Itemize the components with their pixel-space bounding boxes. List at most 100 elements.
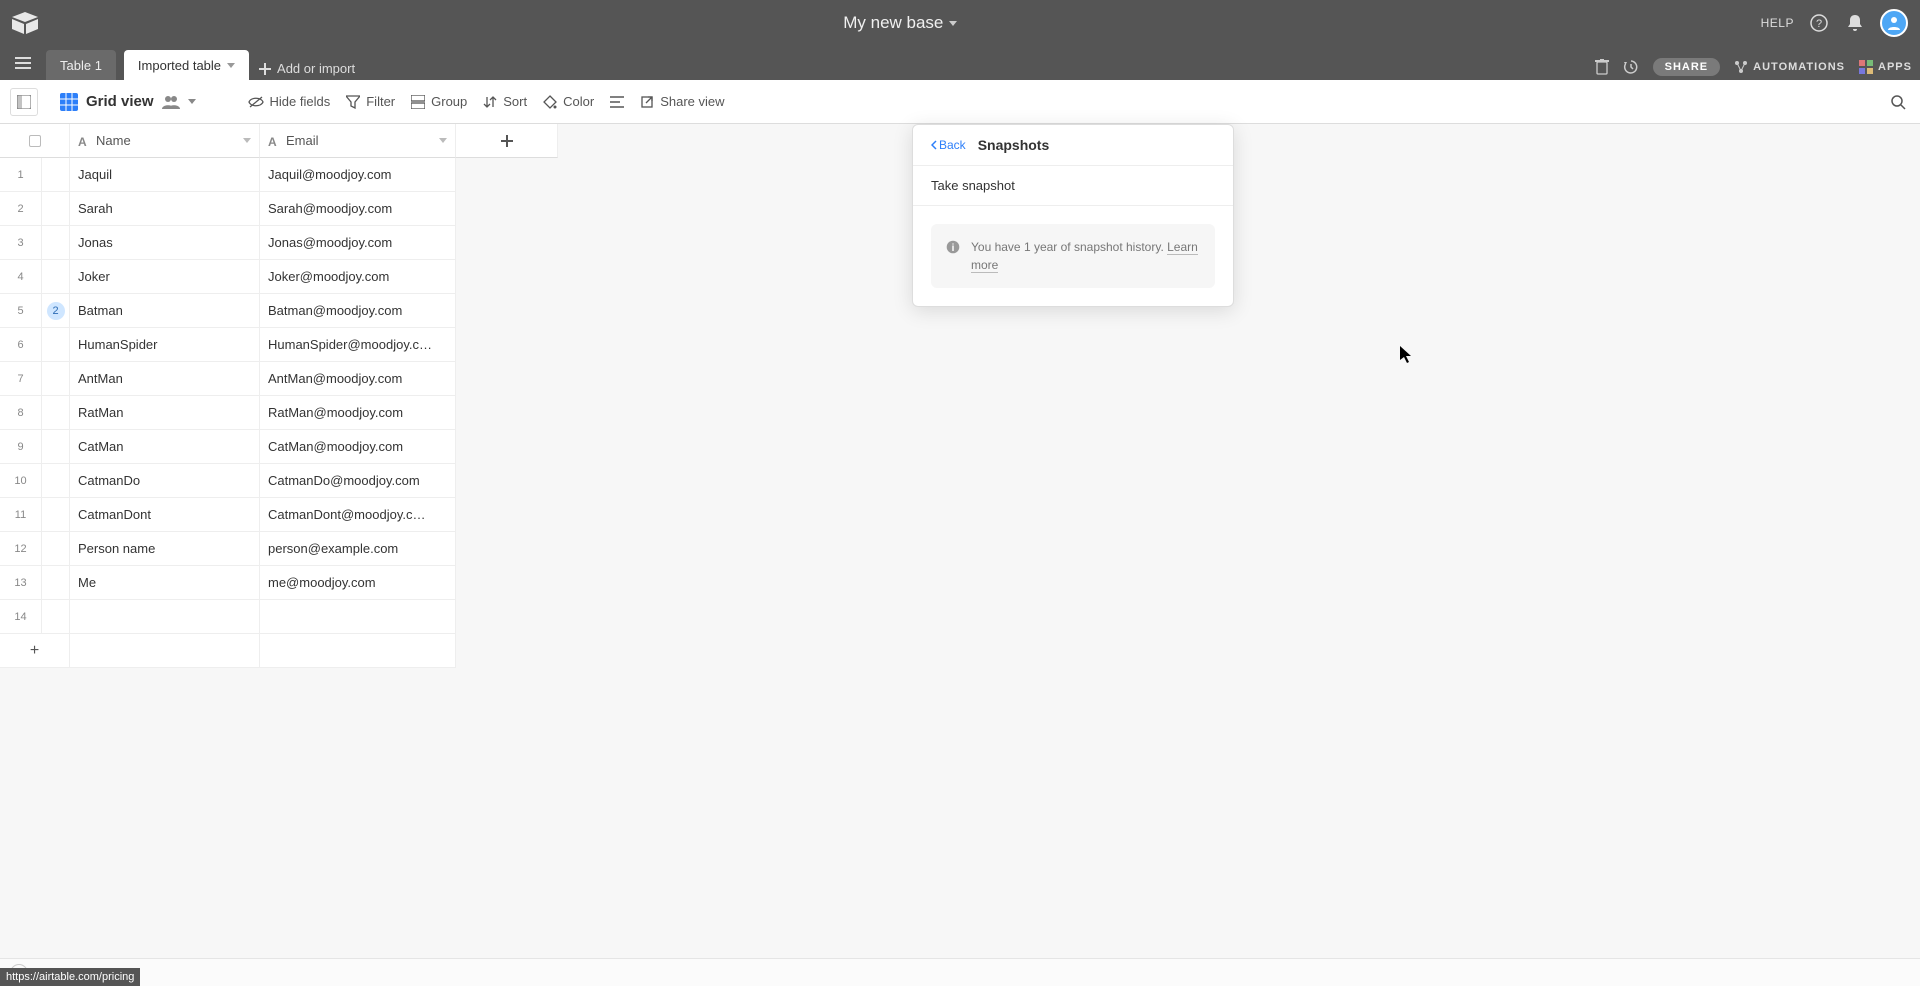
cell-name[interactable]: RatMan [70, 396, 260, 430]
cell-email[interactable]: Jaquil@moodjoy.com [260, 158, 456, 192]
group-button[interactable]: Group [411, 94, 467, 109]
cell-email[interactable]: Joker@moodjoy.com [260, 260, 456, 294]
cell-email[interactable]: HumanSpider@moodjoy.c… [260, 328, 456, 362]
text-field-icon: A [78, 135, 90, 147]
automations-button[interactable]: AUTOMATIONS [1734, 60, 1845, 74]
cell-email[interactable]: Batman@moodjoy.com [260, 294, 456, 328]
view-toolbar: Grid view Hide fields Filter Group Sort … [0, 80, 1920, 124]
cell-email[interactable]: CatmanDo@moodjoy.com [260, 464, 456, 498]
tab-imported-table[interactable]: Imported table [124, 50, 249, 80]
base-title-text: My new base [843, 13, 943, 33]
cell-email[interactable]: CatMan@moodjoy.com [260, 430, 456, 464]
add-or-import-button[interactable]: Add or import [259, 61, 355, 76]
cell-name[interactable]: Batman [70, 294, 260, 328]
chevron-down-icon [949, 21, 957, 26]
apps-button[interactable]: APPS [1859, 60, 1912, 74]
grid-icon [60, 93, 78, 111]
cell-name[interactable]: AntMan [70, 362, 260, 396]
sort-button[interactable]: Sort [483, 94, 527, 109]
row-badge [42, 260, 70, 294]
cell-email[interactable]: AntMan@moodjoy.com [260, 362, 456, 396]
row-number: 12 [0, 532, 42, 566]
cell-email[interactable] [260, 600, 456, 634]
color-label: Color [563, 94, 594, 109]
cell-email[interactable]: CatmanDont@moodjoy.c… [260, 498, 456, 532]
cell-name[interactable] [70, 600, 260, 634]
add-column-button[interactable] [456, 124, 558, 158]
cell-name[interactable]: Sarah [70, 192, 260, 226]
row-height-button[interactable] [610, 95, 624, 109]
cell-email[interactable]: person@example.com [260, 532, 456, 566]
row-badge: 2 [42, 294, 70, 328]
row-number: 5 [0, 294, 42, 328]
notifications-icon[interactable] [1844, 12, 1866, 34]
row-badge [42, 566, 70, 600]
row-badge [42, 362, 70, 396]
cell-name[interactable]: CatmanDont [70, 498, 260, 532]
tabs-right-actions: SHARE AUTOMATIONS APPS [1595, 58, 1912, 76]
cell-email[interactable]: Jonas@moodjoy.com [260, 226, 456, 260]
row-badge [42, 158, 70, 192]
column-header-email[interactable]: A Email [260, 124, 456, 158]
row-badge [42, 396, 70, 430]
link-preview-tooltip: https://airtable.com/pricing [0, 968, 140, 986]
cell-name[interactable]: CatMan [70, 430, 260, 464]
select-all-checkbox[interactable] [0, 124, 70, 158]
cell-email[interactable]: me@moodjoy.com [260, 566, 456, 600]
row-number: 13 [0, 566, 42, 600]
view-name-label: Grid view [86, 93, 154, 110]
share-view-button[interactable]: Share view [640, 94, 724, 109]
row-number: 7 [0, 362, 42, 396]
status-bar: + 14 records [0, 958, 1920, 986]
row-badge [42, 328, 70, 362]
menu-icon[interactable] [8, 48, 38, 78]
base-title[interactable]: My new base [40, 13, 1761, 33]
cell-name[interactable]: HumanSpider [70, 328, 260, 362]
cell-name[interactable]: Jaquil [70, 158, 260, 192]
cell-name[interactable]: CatmanDo [70, 464, 260, 498]
trash-icon[interactable] [1595, 59, 1609, 75]
mouse-cursor [1400, 346, 1414, 364]
hide-fields-button[interactable]: Hide fields [248, 94, 331, 109]
row-number: 10 [0, 464, 42, 498]
view-switcher[interactable]: Grid view [60, 93, 196, 111]
share-button[interactable]: SHARE [1653, 58, 1721, 76]
row-number: 11 [0, 498, 42, 532]
back-button[interactable]: Back [931, 138, 966, 152]
column-label: Name [96, 133, 131, 148]
row-number: 3 [0, 226, 42, 260]
chevron-down-icon [243, 138, 251, 143]
hide-fields-label: Hide fields [270, 94, 331, 109]
side-panel-toggle[interactable] [10, 88, 38, 116]
row-badge [42, 532, 70, 566]
group-label: Group [431, 94, 467, 109]
chevron-down-icon [439, 138, 447, 143]
filter-button[interactable]: Filter [346, 94, 395, 109]
color-button[interactable]: Color [543, 94, 594, 109]
take-snapshot-button[interactable]: Take snapshot [913, 166, 1233, 206]
svg-text:A: A [78, 135, 87, 147]
row-badge [42, 192, 70, 226]
snapshot-info: i You have 1 year of snapshot history. L… [931, 224, 1215, 288]
user-avatar[interactable] [1880, 9, 1908, 37]
filter-label: Filter [366, 94, 395, 109]
app-logo[interactable] [12, 9, 40, 37]
cell-name[interactable]: Jonas [70, 226, 260, 260]
text-field-icon: A [268, 135, 280, 147]
cell-email[interactable]: RatMan@moodjoy.com [260, 396, 456, 430]
search-button[interactable] [1890, 94, 1906, 110]
history-icon[interactable] [1623, 59, 1639, 75]
help-icon[interactable]: ? [1808, 12, 1830, 34]
cell-name[interactable]: Me [70, 566, 260, 600]
cell-name[interactable]: Joker [70, 260, 260, 294]
row-badge [42, 430, 70, 464]
column-header-name[interactable]: A Name [70, 124, 260, 158]
column-label: Email [286, 133, 319, 148]
cell-name[interactable]: Person name [70, 532, 260, 566]
row-badge [42, 226, 70, 260]
tab-table-1[interactable]: Table 1 [46, 50, 116, 80]
cell-email[interactable]: Sarah@moodjoy.com [260, 192, 456, 226]
topbar-right: HELP ? [1761, 9, 1908, 37]
row-number: 6 [0, 328, 42, 362]
help-link[interactable]: HELP [1761, 16, 1794, 30]
